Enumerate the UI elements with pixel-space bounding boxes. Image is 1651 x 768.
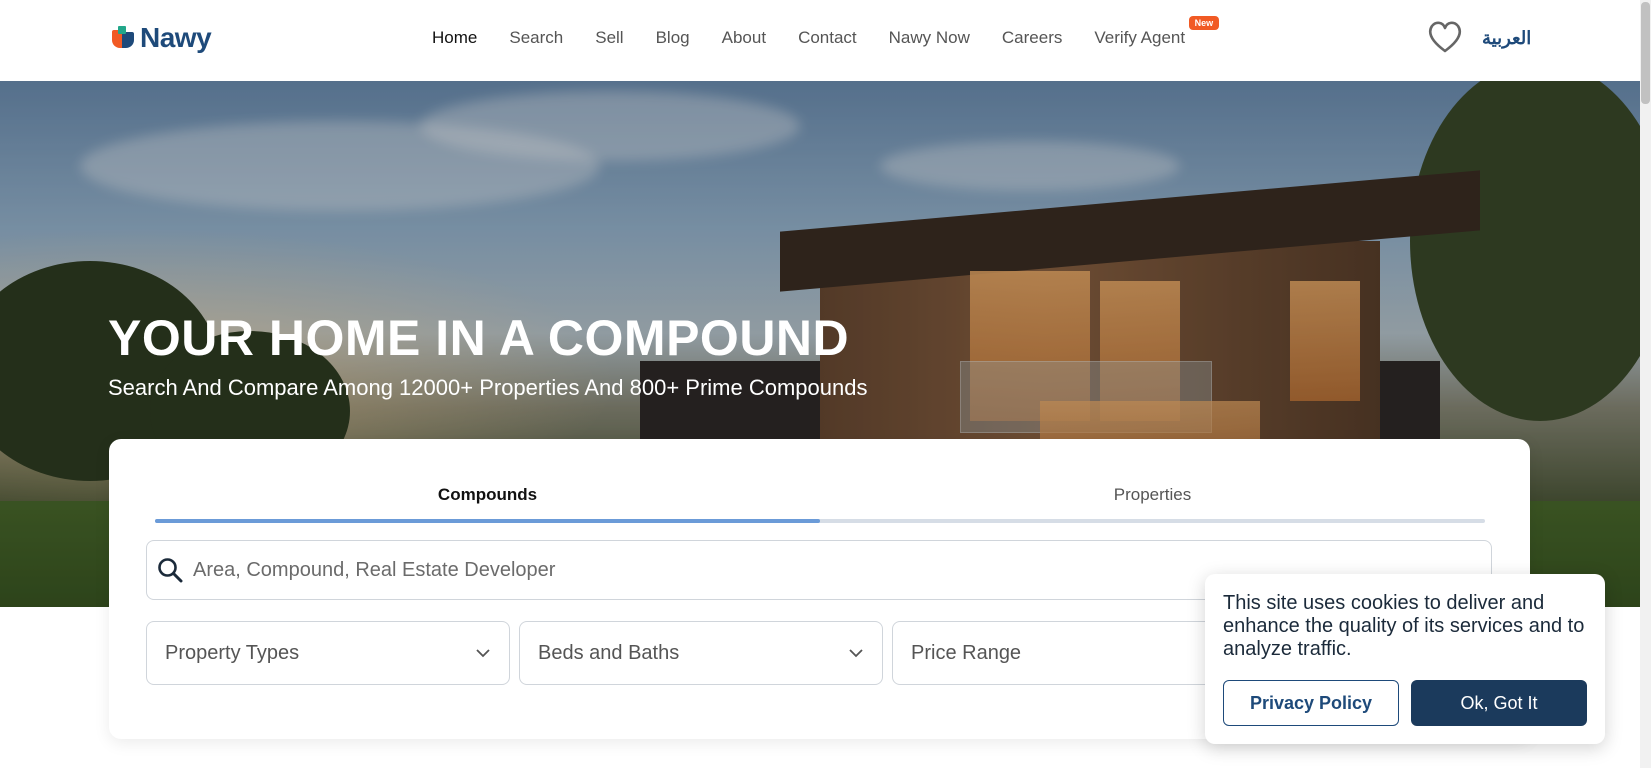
beds-baths-label: Beds and Baths [538,641,680,664]
nav-nawy-now[interactable]: Nawy Now [889,28,970,48]
nav-contact[interactable]: Contact [798,28,857,48]
logo-text: Nawy [140,22,212,53]
main-nav: Home Search Sell Blog About Contact Nawy… [432,16,1220,48]
chevron-down-icon [476,649,490,658]
tab-active-indicator [155,519,820,523]
site-header: Nawy Home Search Sell Blog About Contact… [0,0,1640,82]
hero-title: YOUR HOME IN A COMPOUND [108,310,850,366]
nav-verify-agent-label: Verify Agent [1094,28,1186,47]
chevron-down-icon [849,649,863,658]
language-switch[interactable]: العربية [1482,28,1531,49]
price-range-select[interactable]: Price Range [892,621,1256,685]
cookie-message: This site uses cookies to deliver and en… [1223,592,1585,660]
nav-search[interactable]: Search [509,28,563,48]
cookie-banner: This site uses cookies to deliver and en… [1205,574,1605,744]
property-types-label: Property Types [165,641,300,664]
heart-icon[interactable] [1426,20,1464,54]
privacy-policy-button[interactable]: Privacy Policy [1223,680,1399,726]
ok-got-it-button[interactable]: Ok, Got It [1411,680,1587,726]
search-tabs: Compounds Properties [155,485,1485,523]
page-scrollbar[interactable] [1640,0,1651,768]
nav-blog[interactable]: Blog [656,28,690,48]
tab-properties[interactable]: Properties [820,485,1485,505]
nav-careers[interactable]: Careers [1002,28,1062,48]
nav-sell[interactable]: Sell [595,28,623,48]
hero-subtitle: Search And Compare Among 12000+ Properti… [108,375,868,400]
beds-baths-select[interactable]: Beds and Baths [519,621,883,685]
property-types-select[interactable]: Property Types [146,621,510,685]
nav-verify-agent[interactable]: Verify Agent New [1094,16,1220,48]
tab-compounds[interactable]: Compounds [155,485,820,505]
nawy-logo[interactable]: Nawy [112,22,212,54]
new-badge: New [1188,16,1220,30]
scrollbar-thumb[interactable] [1641,2,1650,104]
search-icon [158,558,183,583]
nav-home[interactable]: Home [432,28,477,48]
logo-mark-icon [112,26,136,50]
price-range-label: Price Range [911,641,1022,664]
nav-about[interactable]: About [722,28,766,48]
